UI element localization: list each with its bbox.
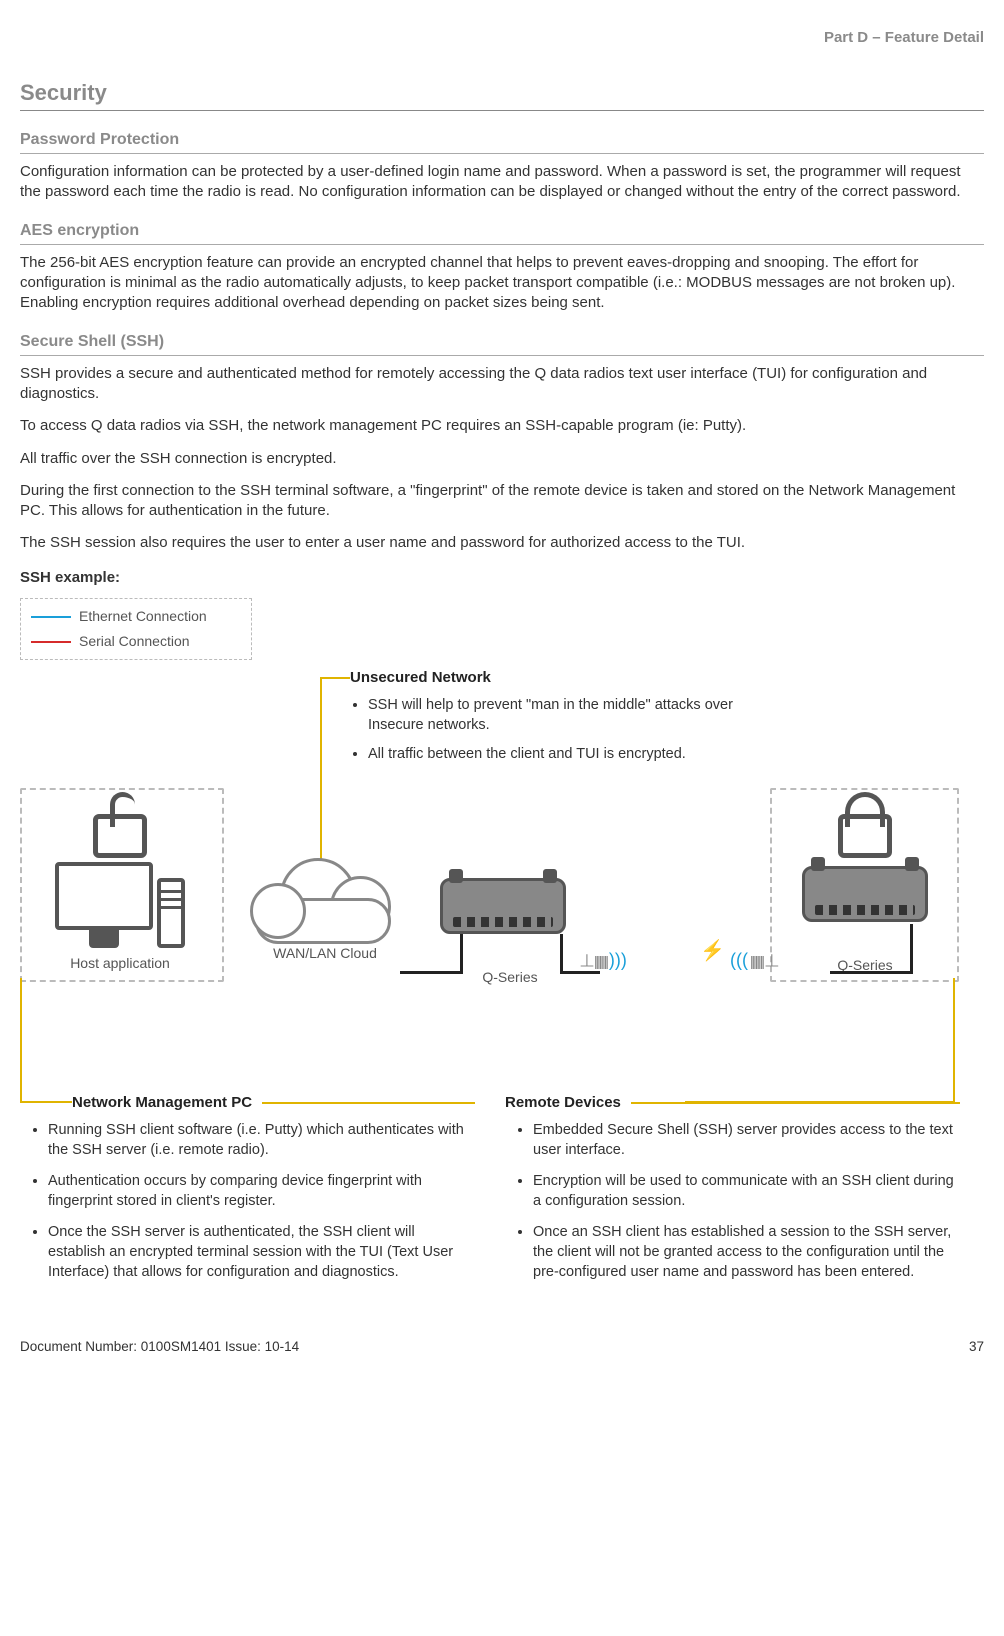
ssh-p1: SSH provides a secure and authenticated … — [20, 364, 984, 405]
nmpc-bullet-1: Running SSH client software (i.e. Putty)… — [48, 1121, 475, 1160]
subsection-password-heading: Password Protection — [20, 129, 984, 154]
monitor-icon — [55, 862, 153, 930]
subsection-aes-heading: AES encryption — [20, 220, 984, 245]
remote-bullet-3: Once an SSH client has established a ses… — [533, 1223, 960, 1282]
host-application-device: Host application — [40, 798, 200, 973]
pc-tower-icon — [157, 878, 185, 948]
ssh-p5: The SSH session also requires the user t… — [20, 533, 984, 553]
q-series-radio-2: Q-Series — [790, 798, 940, 975]
page-part-header: Part D – Feature Detail — [20, 28, 984, 48]
radio-icon — [440, 878, 566, 934]
ssh-diagram: Ethernet Connection Serial Connection Un… — [20, 598, 960, 1258]
radio-icon — [802, 866, 928, 922]
ssh-p4: During the first connection to the SSH t… — [20, 481, 984, 522]
host-label: Host application — [40, 954, 200, 973]
nmpc-bullet-2: Authentication occurs by comparing devic… — [48, 1172, 475, 1211]
legend-ethernet-label: Ethernet Connection — [79, 608, 207, 624]
footer-doc-number: Document Number: 0100SM1401 Issue: 10-14 — [20, 1338, 299, 1356]
ethernet-line-icon — [31, 616, 71, 618]
remote-devices-callout: Remote Devices Embedded Secure Shell (SS… — [505, 1093, 960, 1294]
section-security-heading: Security — [20, 78, 984, 111]
unsecured-bullet-1: SSH will help to prevent "man in the mid… — [368, 696, 750, 735]
subsection-ssh-heading: Secure Shell (SSH) — [20, 331, 984, 356]
diagram-legend: Ethernet Connection Serial Connection — [20, 598, 252, 660]
unsecured-title: Unsecured Network — [350, 668, 750, 688]
page-footer: Document Number: 0100SM1401 Issue: 10-14… — [20, 1338, 984, 1356]
ssh-example-label: SSH example: — [20, 568, 984, 588]
wireless-bolt-icon: ⚡ — [700, 938, 723, 965]
remote-title: Remote Devices — [505, 1093, 621, 1113]
cloud-label: WAN/LAN Cloud — [250, 944, 400, 963]
ssh-p2: To access Q data radios via SSH, the net… — [20, 416, 984, 436]
antenna-left: 丄 |||||||| ))) — [580, 948, 627, 972]
cloud-icon — [250, 858, 390, 938]
lock-closed-icon — [835, 798, 895, 858]
unsecured-bullet-2: All traffic between the client and TUI i… — [368, 745, 750, 765]
lock-open-icon — [90, 798, 150, 858]
legend-serial-label: Serial Connection — [79, 633, 190, 649]
unsecured-network-callout: Unsecured Network SSH will help to preve… — [350, 668, 750, 775]
nmpc-title: Network Management PC — [20, 1093, 252, 1113]
password-body: Configuration information can be protect… — [20, 162, 984, 203]
ssh-p3: All traffic over the SSH connection is e… — [20, 449, 984, 469]
remote-bullet-2: Encryption will be used to communicate w… — [533, 1172, 960, 1211]
nmpc-bullet-3: Once the SSH server is authenticated, th… — [48, 1223, 475, 1282]
wan-lan-cloud: WAN/LAN Cloud — [250, 858, 400, 963]
serial-line-icon — [31, 641, 71, 643]
network-management-pc-callout: Network Management PC Running SSH client… — [20, 1093, 475, 1294]
antenna-right: ((( |||||||| 丄 — [730, 948, 777, 972]
footer-page-number: 37 — [969, 1338, 984, 1356]
aes-body: The 256-bit AES encryption feature can p… — [20, 253, 984, 314]
remote-bullet-1: Embedded Secure Shell (SSH) server provi… — [533, 1121, 960, 1160]
